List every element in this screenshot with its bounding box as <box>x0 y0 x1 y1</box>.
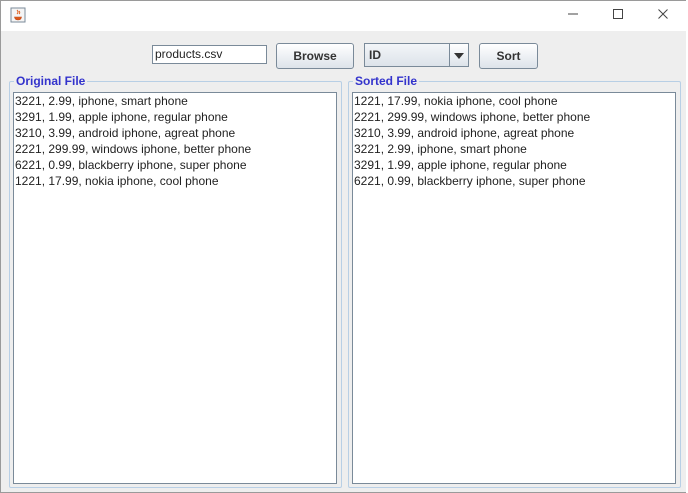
minimize-icon <box>567 7 579 25</box>
chevron-down-icon <box>454 46 464 64</box>
file-name-field[interactable] <box>152 45 267 64</box>
sort-button[interactable]: Sort <box>479 43 538 69</box>
sort-field-value: ID <box>369 48 381 62</box>
list-item: 3221, 2.99, iphone, smart phone <box>15 94 188 108</box>
maximize-icon <box>612 7 624 25</box>
browse-button[interactable]: Browse <box>276 43 354 69</box>
list-item: 3221, 2.99, iphone, smart phone <box>354 142 527 156</box>
list-item: 3291, 1.99, apple iphone, regular phone <box>15 110 228 124</box>
list-item: 2221, 299.99, windows iphone, better pho… <box>354 110 591 124</box>
list-item: 2221, 299.99, windows iphone, better pho… <box>15 142 252 156</box>
list-item: 1221, 17.99, nokia iphone, cool phone <box>15 174 219 188</box>
sorted-file-textarea[interactable]: 1221, 17.99, nokia iphone, cool phone 22… <box>352 92 676 484</box>
list-item: 6221, 0.99, blackberry iphone, super pho… <box>15 158 247 172</box>
sort-field-dropdown[interactable]: ID <box>364 43 469 67</box>
original-file-textarea[interactable]: 3221, 2.99, iphone, smart phone 3291, 1.… <box>13 92 337 484</box>
list-item: 1221, 17.99, nokia iphone, cool phone <box>354 94 558 108</box>
app-window: Browse ID Sort Original File 3221, 2.99,… <box>0 0 688 493</box>
sorted-file-panel: Sorted File 1221, 17.99, nokia iphone, c… <box>348 74 681 488</box>
java-icon <box>10 7 26 23</box>
list-item: 3291, 1.99, apple iphone, regular phone <box>354 158 567 172</box>
close-icon <box>657 7 669 25</box>
maximize-button[interactable] <box>596 1 640 31</box>
close-button[interactable] <box>641 1 685 31</box>
original-file-panel: Original File 3221, 2.99, iphone, smart … <box>9 74 342 488</box>
title-bar[interactable] <box>1 1 687 31</box>
minimize-button[interactable] <box>551 1 595 31</box>
sorted-file-title: Sorted File <box>353 74 420 88</box>
list-item: 3210, 3.99, android iphone, agreat phone <box>15 126 236 140</box>
dropdown-arrow-button[interactable] <box>449 44 468 66</box>
list-item: 3210, 3.99, android iphone, agreat phone <box>354 126 575 140</box>
original-file-title: Original File <box>14 74 88 88</box>
list-item: 6221, 0.99, blackberry iphone, super pho… <box>354 174 586 188</box>
